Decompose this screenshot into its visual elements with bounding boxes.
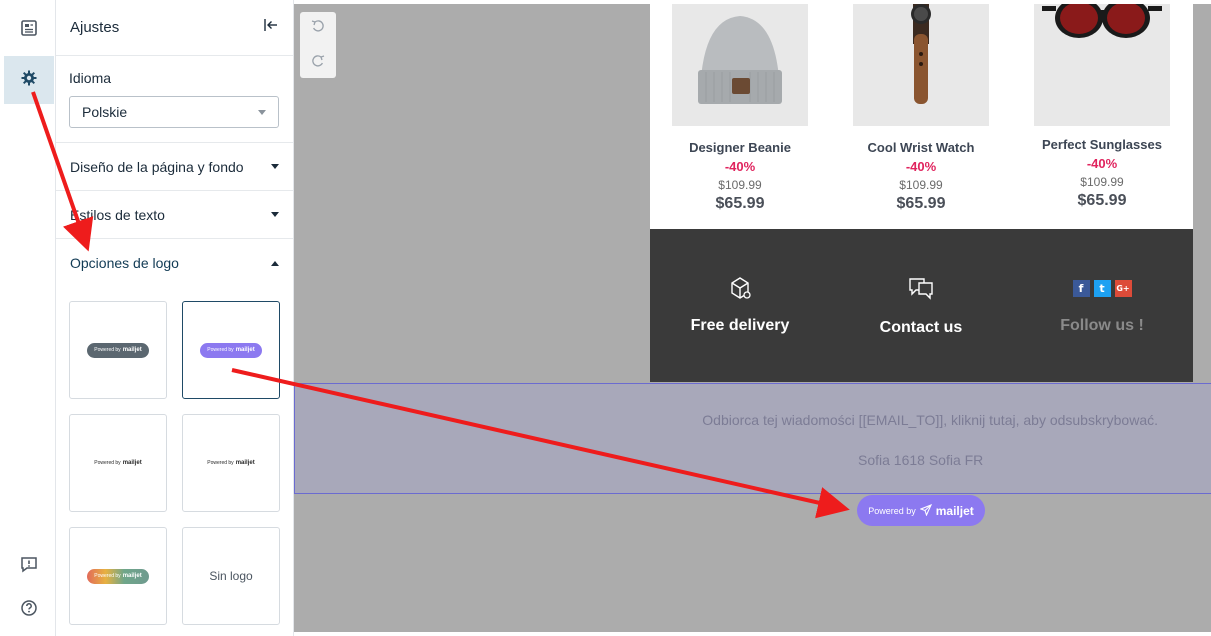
chevron-up-icon — [271, 260, 279, 266]
settings-header: Ajustes — [56, 0, 293, 56]
product-new-price: $65.99 — [896, 195, 946, 212]
feature-free-delivery: Free delivery — [660, 271, 820, 335]
product-card[interactable]: Cool Wrist Watch -40% $109.99 $65.99 — [853, 4, 989, 213]
chevron-down-icon — [271, 212, 279, 217]
logo-option-plain-light[interactable]: Powered by mailjet — [182, 414, 280, 512]
unsubscribe-section[interactable]: Odbiorca tej wiadomości [[EMAIL_TO]], kl… — [294, 383, 1211, 494]
settings-panel: Ajustes Idioma Polskie Diseño de la pági… — [56, 0, 294, 636]
chevron-down-icon — [258, 109, 266, 115]
feedback-icon — [20, 555, 38, 578]
redo-icon[interactable] — [310, 51, 326, 72]
paper-plane-icon — [919, 503, 932, 518]
feature-contact-us[interactable]: Contact us — [841, 271, 1001, 337]
mailjet-logo-plain: Powered by mailjet — [94, 460, 142, 466]
twitter-icon[interactable]: t — [1093, 279, 1111, 297]
settings-title: Ajustes — [70, 19, 120, 36]
help-icon — [20, 599, 38, 622]
history-controls — [300, 12, 336, 78]
facebook-icon[interactable]: f — [1072, 279, 1090, 297]
social-icons: f t G+ — [1022, 271, 1182, 305]
rail-settings-button[interactable] — [4, 56, 54, 104]
logo-option-multicolor[interactable]: Powered by mailjet — [69, 527, 167, 625]
mailjet-logo-purple: Powered by mailjet — [200, 342, 262, 358]
address-text: Sofia 1618 Sofia FR — [858, 452, 984, 468]
product-card[interactable]: Perfect Sunglasses -40% $109.99 $65.99 — [1034, 4, 1170, 210]
chat-bubbles-icon — [841, 271, 1001, 305]
rail-help-button[interactable] — [4, 592, 54, 628]
section-label: Estilos de texto — [70, 206, 165, 223]
watch-image — [853, 4, 989, 126]
mailjet-brand: mailjet — [935, 503, 974, 518]
product-discount: -40% — [905, 159, 937, 174]
logo-option-purple[interactable]: Powered by mailjet — [182, 301, 280, 399]
icon-rail — [0, 0, 56, 636]
rail-feedback-button[interactable] — [4, 548, 54, 584]
section-label: Diseño de la página y fondo — [70, 158, 244, 175]
rail-layout-button[interactable] — [4, 6, 54, 54]
feature-label: Contact us — [879, 319, 963, 336]
product-old-price: $109.99 — [718, 178, 762, 192]
logo-option-none[interactable]: Sin logo — [182, 527, 280, 625]
language-section: Idioma Polskie — [56, 56, 293, 143]
section-logo-options[interactable]: Opciones de logo — [56, 239, 293, 287]
sunglasses-image — [1034, 4, 1170, 126]
feature-label: Free delivery — [690, 317, 790, 334]
email-preview: Designer Beanie -40% $109.99 $65.99 Cool… — [650, 4, 1193, 382]
language-selected-value: Polskie — [82, 104, 128, 120]
product-card[interactable]: Designer Beanie -40% $109.99 $65.99 — [672, 4, 808, 213]
product-old-price: $109.99 — [1080, 175, 1124, 189]
section-text-styles[interactable]: Estilos de texto — [56, 191, 293, 239]
product-discount: -40% — [1086, 156, 1118, 171]
product-new-price: $65.99 — [715, 195, 765, 212]
product-discount: -40% — [724, 159, 756, 174]
product-name: Cool Wrist Watch — [867, 140, 975, 155]
collapse-panel-icon[interactable] — [263, 17, 279, 38]
product-new-price: $65.99 — [1077, 192, 1127, 209]
powered-by-mailjet-badge[interactable]: Powered by mailjet — [857, 495, 985, 526]
product-old-price: $109.99 — [899, 178, 943, 192]
logo-option-dark[interactable]: Powered by mailjet — [69, 301, 167, 399]
section-label: Opciones de logo — [70, 255, 179, 271]
chevron-down-icon — [271, 164, 279, 169]
product-name: Designer Beanie — [689, 140, 791, 155]
powered-by-text: Powered by — [868, 505, 916, 516]
language-select[interactable]: Polskie — [69, 96, 279, 128]
product-name: Perfect Sunglasses — [1042, 137, 1162, 152]
section-page-design[interactable]: Diseño de la página y fondo — [56, 143, 293, 191]
layout-icon — [20, 19, 38, 42]
mailjet-logo-plain: Powered by mailjet — [207, 460, 255, 466]
undo-icon[interactable] — [310, 18, 326, 39]
beanie-image — [672, 4, 808, 126]
delivery-box-icon — [660, 271, 820, 305]
mailjet-logo-multicolor: Powered by mailjet — [87, 568, 149, 584]
no-logo-label: Sin logo — [209, 569, 253, 583]
feature-follow-us: f t G+ Follow us ! — [1022, 271, 1182, 335]
features-footer: Free delivery Contact us f t G+ Follow u… — [650, 229, 1193, 382]
mailjet-logo-dark: Powered by mailjet — [87, 342, 149, 358]
gear-icon — [20, 69, 38, 92]
logo-option-plain-dark[interactable]: Powered by mailjet — [69, 414, 167, 512]
language-label: Idioma — [69, 70, 112, 86]
googleplus-icon[interactable]: G+ — [1114, 279, 1132, 297]
unsubscribe-text[interactable]: Odbiorca tej wiadomości [[EMAIL_TO]], kl… — [295, 412, 1211, 428]
feature-label: Follow us ! — [1060, 317, 1144, 334]
